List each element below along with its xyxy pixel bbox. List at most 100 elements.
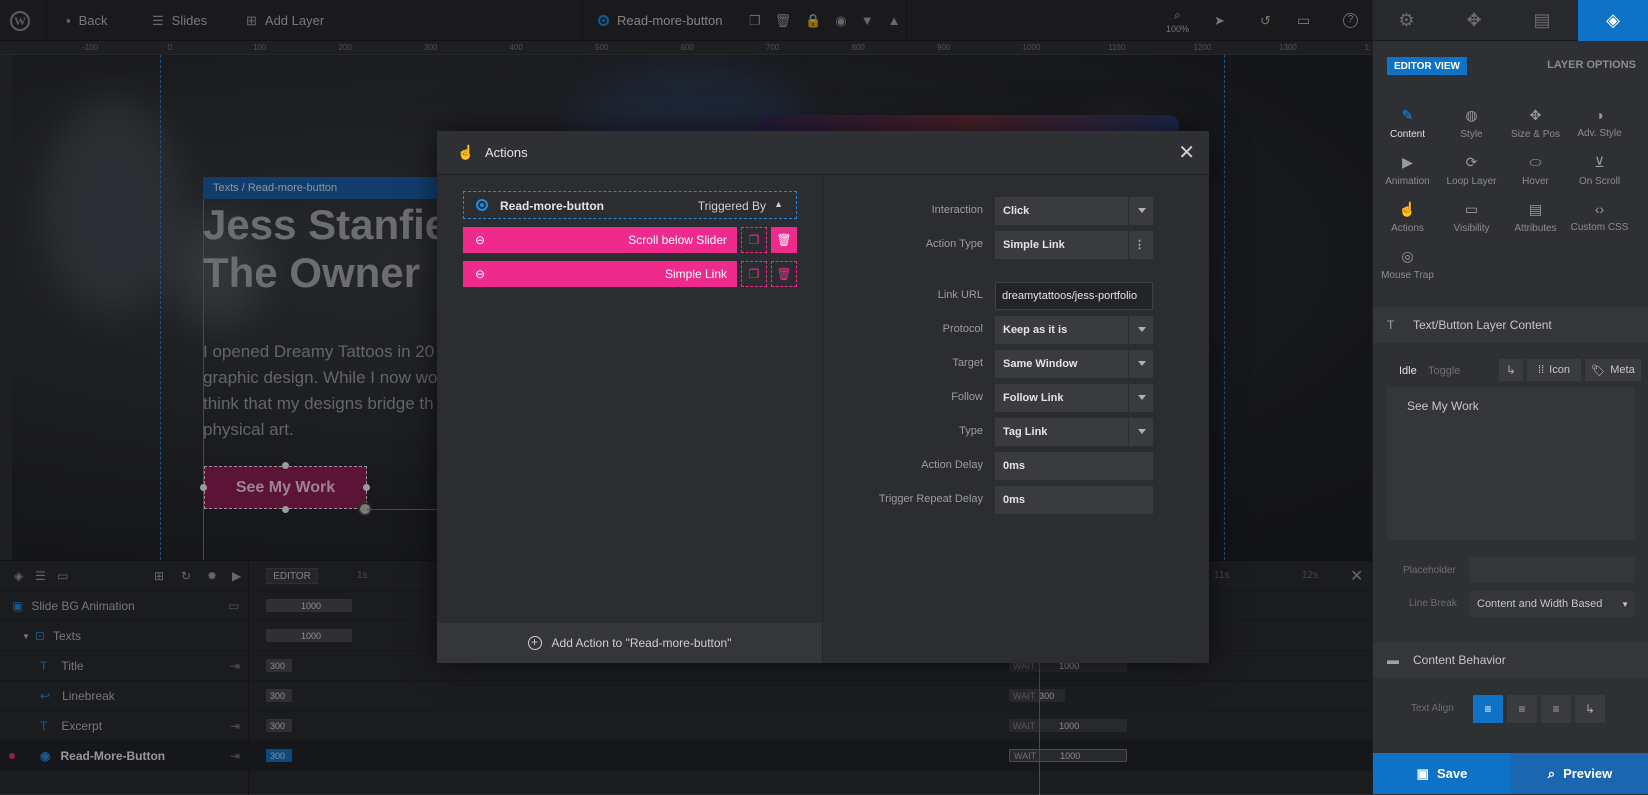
tool-visibility[interactable]: ▭ Visibility (1437, 201, 1506, 234)
tool-mouse-trap[interactable]: ◎ Mouse Trap (1373, 248, 1442, 281)
device-desktop-button[interactable]: ▭ (1297, 0, 1310, 41)
icon-button[interactable]: ⁞⁞ Icon (1527, 359, 1581, 381)
delete-action-button[interactable]: 🗑 (771, 261, 797, 287)
layers-toggle-icon[interactable]: ◈ (14, 569, 23, 583)
move-up-icon[interactable]: ▲ (888, 13, 901, 28)
align-end-icon[interactable]: ⇥ (230, 749, 240, 763)
duplicate-action-button[interactable]: ❐ (741, 261, 767, 287)
tool-on-scroll[interactable]: ⊻ On Scroll (1565, 154, 1634, 187)
triggered-by-label[interactable]: Triggered By (698, 199, 766, 213)
delete-icon[interactable]: 🗑 (775, 13, 792, 29)
save-button[interactable]: ▣ Save (1373, 753, 1511, 794)
wait-bar[interactable]: WAIT 1000 (1009, 719, 1127, 732)
timeline-row[interactable]: ↩ Linebreak 300 WAIT 300 (0, 681, 1372, 711)
trigger-repeat-delay-input[interactable]: 0ms (995, 486, 1153, 514)
section-text-button-content[interactable]: T Text/Button Layer Content (1373, 307, 1648, 343)
section-content-behavior[interactable]: ▬ Content Behavior (1373, 642, 1648, 678)
add-action-button[interactable]: + Add Action to "Read-more-button" (437, 623, 822, 663)
line-break-select[interactable]: Content and Width Based ▼ (1469, 591, 1635, 617)
resize-handle-top[interactable] (282, 462, 289, 469)
tool-attributes[interactable]: ▤ Attributes (1501, 201, 1570, 234)
link-url-input[interactable]: dreamytattoos/jess-portfolio (995, 282, 1153, 310)
wait-bar[interactable]: WAIT 1000 (1009, 749, 1127, 762)
tool-loop-layer[interactable]: ⟳ Loop Layer (1437, 154, 1506, 187)
tool-hover[interactable]: ⬭ Hover (1501, 154, 1570, 187)
tool-adv-style[interactable]: ◑ Adv. Style (1565, 107, 1634, 139)
caret-up-icon[interactable]: ▲ (774, 199, 783, 209)
action-item-scroll-below-slider[interactable]: ⊖ Scroll below Slider (463, 227, 737, 253)
action-type-select[interactable]: Simple Link ⋮ (995, 231, 1153, 259)
slide-excerpt[interactable]: I opened Dreamy Tattoos in 20 graphic de… (203, 339, 437, 443)
tab-toggle[interactable]: Toggle (1428, 365, 1460, 377)
resize-handle-left[interactable] (200, 484, 207, 491)
duplicate-icon[interactable]: ❐ (749, 13, 761, 29)
text-direction-button[interactable]: ↳ (1575, 695, 1605, 723)
visibility-eye-icon[interactable]: ◉ (835, 13, 846, 29)
timeline-bar[interactable]: 300 (266, 749, 292, 762)
meta-button[interactable]: 🏷 Meta (1585, 359, 1641, 381)
select-cursor-button[interactable]: ➤ (1214, 0, 1225, 41)
align-left-button[interactable]: ≡ (1473, 695, 1503, 723)
tool-custom-css[interactable]: ‹› Custom CSS (1565, 201, 1634, 233)
timeline-row[interactable]: T Excerpt ⇥ 300 WAIT 1000 (0, 711, 1372, 741)
tool-style[interactable]: ◍ Style (1437, 107, 1506, 140)
wait-bar[interactable]: WAIT 300 (1009, 689, 1065, 702)
see-my-work-button[interactable]: See My Work (204, 466, 367, 509)
close-icon[interactable]: ✕ (1178, 140, 1195, 165)
editor-mode-button[interactable]: EDITOR (266, 568, 318, 584)
timeline-bar[interactable]: 300 (266, 689, 292, 702)
tool-animation[interactable]: ▶ Animation (1373, 154, 1442, 187)
align-right-button[interactable]: ≡ (1541, 695, 1571, 723)
duplicate-action-button[interactable]: ❐ (741, 227, 767, 253)
move-down-icon[interactable]: ▼ (861, 13, 874, 28)
tab-settings[interactable]: ⚙ (1372, 0, 1440, 41)
tab-slide-options[interactable]: ▤ (1508, 0, 1576, 41)
tool-content[interactable]: ✎ Content (1373, 107, 1442, 140)
timeline-bar[interactable]: 1000 (266, 599, 352, 612)
delete-action-button[interactable]: 🗑 (771, 227, 797, 253)
action-delay-input[interactable]: 0ms (995, 452, 1153, 480)
slide-title[interactable]: Jess Stanfie The Owner (203, 201, 448, 297)
list-icon[interactable]: ☰ (35, 569, 46, 583)
timeline-bar[interactable]: 300 (266, 659, 292, 672)
timeline-bar[interactable]: 300 (266, 719, 292, 732)
editor-view-badge[interactable]: EDITOR VIEW (1387, 57, 1467, 75)
settings-cog-icon[interactable]: ✹ (207, 569, 217, 583)
wordpress-logo-button[interactable]: W (10, 0, 30, 41)
align-end-icon[interactable]: ⇥ (230, 659, 240, 673)
resize-handle-bottom[interactable] (282, 506, 289, 513)
tool-actions[interactable]: ☝ Actions (1373, 201, 1442, 234)
close-timeline-icon[interactable]: ✕ (1350, 566, 1363, 586)
slides-button[interactable]: ☰ Slides (152, 0, 207, 41)
tab-navigation[interactable]: ✥ (1440, 0, 1508, 41)
grid-icon[interactable]: ⊞ (154, 569, 164, 583)
placeholder-input[interactable] (1469, 557, 1635, 583)
refresh-icon[interactable]: ↻ (181, 569, 191, 583)
align-center-button[interactable]: ≡ (1507, 695, 1537, 723)
undo-button[interactable]: ↺ (1260, 0, 1271, 41)
resize-handle-right[interactable] (363, 484, 370, 491)
follow-select[interactable]: Follow Link (995, 384, 1153, 412)
play-icon[interactable]: ▶ (232, 569, 241, 583)
timeline-bar[interactable]: 1000 (266, 629, 352, 642)
timeline-row-selected[interactable]: ◉ Read-More-Button ⇥ 300 WAIT 1000 (0, 741, 1372, 771)
target-select[interactable]: Same Window (995, 350, 1153, 378)
tab-layers[interactable]: ◈ (1578, 0, 1648, 41)
zoom-control[interactable]: ⌕ 100% (1166, 0, 1189, 41)
content-textarea[interactable]: See My Work (1387, 387, 1635, 540)
add-layer-button[interactable]: ⊞ Add Layer (246, 0, 324, 41)
lock-icon[interactable]: 🔒 (805, 13, 821, 29)
interaction-select[interactable]: Click (995, 197, 1153, 225)
back-button[interactable]: ▪ Back (66, 0, 108, 41)
tab-idle[interactable]: Idle (1399, 365, 1417, 377)
protocol-select[interactable]: Keep as it is (995, 316, 1153, 344)
folder-icon[interactable]: ▭ (57, 569, 68, 583)
tool-size-pos[interactable]: ✥ Size & Pos (1501, 107, 1570, 140)
trigger-layer-row[interactable]: Read-more-button Triggered By ▲ (463, 191, 797, 219)
wrap-button[interactable]: ↳ (1499, 359, 1523, 381)
help-button[interactable]: ? (1343, 0, 1358, 41)
action-item-simple-link[interactable]: ⊖ Simple Link (463, 261, 737, 287)
align-end-icon[interactable]: ⇥ (230, 719, 240, 733)
type-select[interactable]: Tag Link (995, 418, 1153, 446)
preview-button[interactable]: ⌕ Preview (1511, 753, 1648, 794)
